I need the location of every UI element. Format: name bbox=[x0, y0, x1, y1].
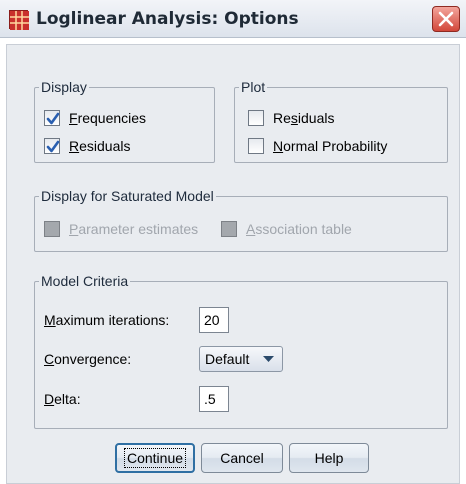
model-criteria-group: Model Criteria Maximum iterations: Conve… bbox=[34, 273, 448, 429]
chevron-down-icon bbox=[263, 356, 274, 362]
association-table-checkbox[interactable]: Association table bbox=[221, 219, 352, 239]
plot-residuals-checkbox[interactable]: Residuals bbox=[248, 108, 335, 128]
close-icon bbox=[438, 11, 454, 27]
close-button[interactable] bbox=[432, 6, 460, 32]
plot-group: Plot Residuals Normal Probability bbox=[234, 79, 448, 163]
continue-button[interactable]: Continue bbox=[115, 443, 195, 473]
checkbox-box[interactable] bbox=[248, 138, 264, 154]
delta-label: Delta: bbox=[44, 391, 81, 407]
display-residuals-label: Residuals bbox=[69, 138, 131, 154]
display-frequencies-label: Frequencies bbox=[69, 110, 147, 126]
display-residuals-checkbox[interactable]: Residuals bbox=[44, 136, 131, 156]
plot-normal-probability-checkbox[interactable]: Normal Probability bbox=[248, 136, 387, 156]
window-title: Loglinear Analysis: Options bbox=[36, 9, 299, 29]
display-group: Display Frequencies Residuals bbox=[34, 79, 215, 163]
convergence-label: Convergence: bbox=[44, 351, 132, 367]
parameter-estimates-checkbox[interactable]: Parameter estimates bbox=[44, 219, 198, 239]
plot-normal-probability-label: Normal Probability bbox=[273, 138, 388, 154]
checkbox-box[interactable] bbox=[44, 138, 60, 154]
delta-input[interactable] bbox=[199, 386, 229, 412]
plot-residuals-label: Residuals bbox=[273, 110, 335, 126]
saturated-model-group: Display for Saturated Model Parameter es… bbox=[34, 188, 448, 252]
title-bar[interactable]: Loglinear Analysis: Options bbox=[0, 0, 466, 38]
checkbox-box[interactable] bbox=[221, 221, 237, 237]
cancel-button-label: Cancel bbox=[220, 450, 264, 466]
continue-button-label: Continue bbox=[123, 448, 187, 468]
max-iterations-input[interactable] bbox=[199, 307, 229, 333]
parameter-estimates-label: Parameter estimates bbox=[69, 221, 199, 237]
display-group-legend: Display bbox=[39, 79, 89, 95]
checkbox-box[interactable] bbox=[44, 110, 60, 126]
association-table-label: Association table bbox=[246, 221, 352, 237]
convergence-value: Default bbox=[205, 351, 250, 367]
options-window: Loglinear Analysis: Options Display Freq… bbox=[0, 0, 466, 484]
checkbox-box[interactable] bbox=[44, 221, 60, 237]
display-frequencies-checkbox[interactable]: Frequencies bbox=[44, 108, 146, 128]
cancel-button[interactable]: Cancel bbox=[201, 443, 283, 473]
plot-group-legend: Plot bbox=[239, 79, 268, 95]
checkbox-box[interactable] bbox=[248, 110, 264, 126]
help-button[interactable]: Help bbox=[289, 443, 369, 473]
convergence-dropdown[interactable]: Default bbox=[199, 346, 283, 372]
dialog-body: Display Frequencies Residuals Plot Resid… bbox=[6, 44, 460, 484]
saturated-model-group-legend: Display for Saturated Model bbox=[39, 188, 216, 204]
table-icon bbox=[9, 10, 29, 30]
help-button-label: Help bbox=[314, 450, 344, 466]
max-iterations-label: Maximum iterations: bbox=[44, 312, 170, 328]
model-criteria-group-legend: Model Criteria bbox=[39, 273, 131, 289]
